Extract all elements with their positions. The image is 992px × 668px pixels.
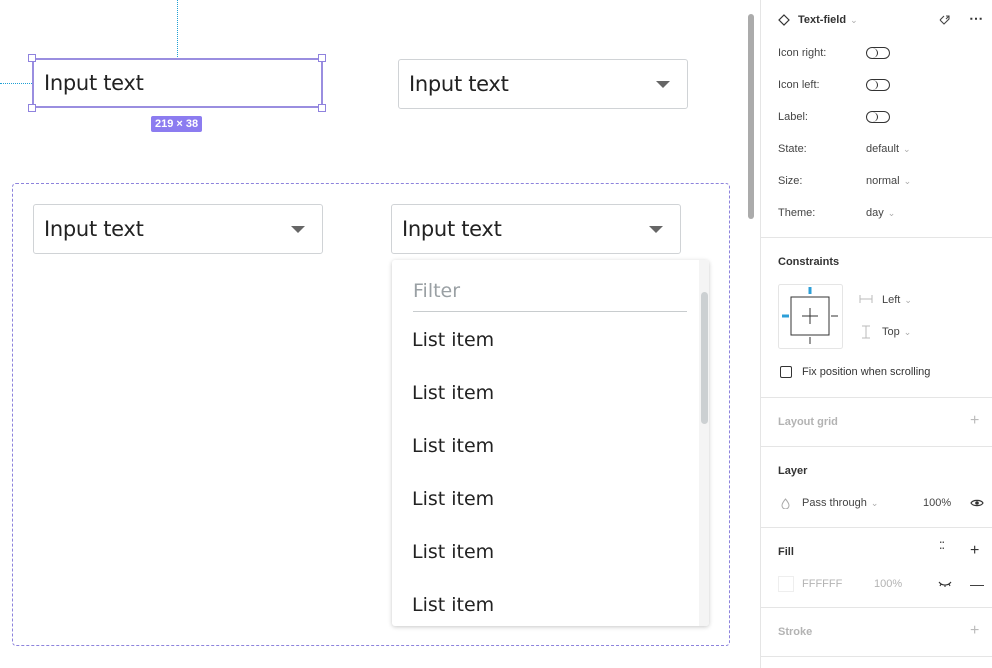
canvas-scrollbar[interactable] <box>748 14 754 219</box>
add-layout-grid-icon[interactable]: + <box>970 412 979 430</box>
field-value: Input text <box>402 217 502 241</box>
layout-grid-section: Layout grid + <box>761 398 992 447</box>
top-right-select-field[interactable]: Input text <box>398 59 688 109</box>
list-item[interactable]: List item <box>412 594 494 616</box>
filter-placeholder: Filter <box>413 280 461 302</box>
theme-value: day <box>866 207 884 219</box>
hidden-eye-icon[interactable] <box>938 581 952 587</box>
frame-select-field-left[interactable]: Input text <box>33 204 323 254</box>
caret-down-icon <box>291 226 305 233</box>
field-value: Input text <box>409 72 509 96</box>
field-value: Input text <box>44 71 144 95</box>
horizontal-constraint-select[interactable]: Left ⌄ <box>882 294 912 306</box>
blend-mode-icon <box>781 498 790 509</box>
prop-label: Size: <box>778 175 803 187</box>
horizontal-constraint-icon <box>859 295 873 303</box>
chevron-down-icon: ⌄ <box>870 498 879 508</box>
distance-guide-vertical <box>177 0 178 57</box>
add-stroke-icon[interactable]: + <box>970 622 979 640</box>
fill-hex[interactable]: FFFFFF <box>802 578 842 590</box>
properties-panel: Text-field ⌄ ⋯ Icon right: Icon left: La… <box>760 0 992 668</box>
prop-label: Icon right: <box>778 47 827 59</box>
component-name: Text-field <box>798 14 847 26</box>
resize-handle-top-right[interactable] <box>318 54 326 62</box>
stroke-title: Stroke <box>778 626 813 638</box>
layer-title: Layer <box>778 465 808 477</box>
prop-label: Label: <box>778 111 808 123</box>
prop-row-theme: Theme: <box>778 207 815 219</box>
fill-color-swatch[interactable] <box>778 576 794 592</box>
prop-label: Theme: <box>778 207 816 219</box>
caret-down-icon <box>656 81 670 88</box>
state-value: default <box>866 143 900 155</box>
state-select[interactable]: default ⌄ <box>866 143 911 155</box>
layout-grid-title: Layout grid <box>778 416 838 428</box>
layer-opacity[interactable]: 100% <box>923 497 951 509</box>
resize-handle-top-left[interactable] <box>28 54 36 62</box>
icon-right-toggle[interactable] <box>866 47 890 59</box>
vertical-constraint-select[interactable]: Top ⌄ <box>882 326 911 338</box>
design-canvas[interactable]: Input text 219 × 38 Input text Input tex… <box>0 0 760 668</box>
caret-down-icon <box>649 226 663 233</box>
prop-row-state: State: <box>778 143 807 155</box>
list-item[interactable]: List item <box>412 329 494 351</box>
prop-row-icon-left: Icon left: <box>778 79 820 91</box>
distance-guide-horizontal <box>0 83 32 84</box>
theme-select[interactable]: day ⌄ <box>866 207 895 219</box>
filter-input[interactable]: Filter <box>413 280 687 312</box>
add-fill-icon[interactable]: + <box>970 542 979 560</box>
list-item[interactable]: List item <box>412 488 494 510</box>
size-value: normal <box>866 175 900 187</box>
fix-position-checkbox[interactable] <box>780 366 792 378</box>
styles-icon[interactable]: ⋅⋅ ⋅⋅ <box>939 538 949 555</box>
dropdown-menu: Filter List item List item List item Lis… <box>392 260 709 626</box>
chevron-down-icon: ⌄ <box>887 208 896 218</box>
list-item[interactable]: List item <box>412 382 494 404</box>
chevron-down-icon: ⌄ <box>903 144 911 154</box>
frame-select-field-right[interactable]: Input text <box>391 204 681 254</box>
size-badge: 219 × 38 <box>151 116 203 132</box>
fill-opacity[interactable]: 100% <box>874 578 902 590</box>
prop-row-label: Label: <box>778 111 808 123</box>
chevron-down-icon: ⌄ <box>903 327 912 337</box>
vertical-constraint-icon <box>862 325 870 339</box>
more-options-icon[interactable]: ⋯ <box>969 10 984 27</box>
remove-fill-icon[interactable]: — <box>970 576 984 592</box>
component-section: Text-field ⌄ ⋯ Icon right: Icon left: La… <box>761 0 992 238</box>
diamond-icon <box>778 14 790 26</box>
fix-position-label: Fix position when scrolling <box>802 366 931 378</box>
resize-handle-bottom-right[interactable] <box>318 104 326 112</box>
layer-section: Layer Pass through ⌄ 100% <box>761 447 992 528</box>
prop-label: State: <box>778 143 807 155</box>
chevron-down-icon: ⌄ <box>903 176 912 186</box>
horizontal-constraint-value: Left <box>882 294 901 306</box>
label-toggle[interactable] <box>866 111 890 123</box>
stroke-section: Stroke + <box>761 608 992 657</box>
prop-row-size: Size: <box>778 175 802 187</box>
blend-mode-select[interactable]: Pass through ⌄ <box>802 497 878 509</box>
fill-title: Fill <box>778 546 794 558</box>
go-to-main-component-icon[interactable] <box>938 13 952 27</box>
size-select[interactable]: normal ⌄ <box>866 175 911 187</box>
list-item[interactable]: List item <box>412 541 494 563</box>
constraints-title: Constraints <box>778 256 840 268</box>
chevron-down-icon: ⌄ <box>904 295 912 305</box>
field-value: Input text <box>44 217 144 241</box>
resize-handle-bottom-left[interactable] <box>28 104 36 112</box>
icon-left-toggle[interactable] <box>866 79 890 91</box>
selected-text-field[interactable]: Input text <box>32 58 323 108</box>
component-name-row[interactable]: Text-field ⌄ <box>778 14 858 26</box>
constraints-widget[interactable] <box>778 284 843 349</box>
constraints-section: Constraints Left ⌄ Top ⌄ Fix position when… <box>761 238 992 398</box>
prop-row-icon-right: Icon right: <box>778 47 826 59</box>
list-item[interactable]: List item <box>412 435 494 457</box>
eye-icon[interactable] <box>970 498 984 508</box>
chevron-down-icon: ⌄ <box>850 14 858 25</box>
prop-label: Icon left: <box>778 79 820 91</box>
fill-section: Fill ⋅⋅ ⋅⋅ + FFFFFF 100% — <box>761 528 992 608</box>
dropdown-scrollbar-thumb[interactable] <box>701 292 708 424</box>
vertical-constraint-value: Top <box>882 326 900 338</box>
blend-mode-value: Pass through <box>802 497 867 509</box>
